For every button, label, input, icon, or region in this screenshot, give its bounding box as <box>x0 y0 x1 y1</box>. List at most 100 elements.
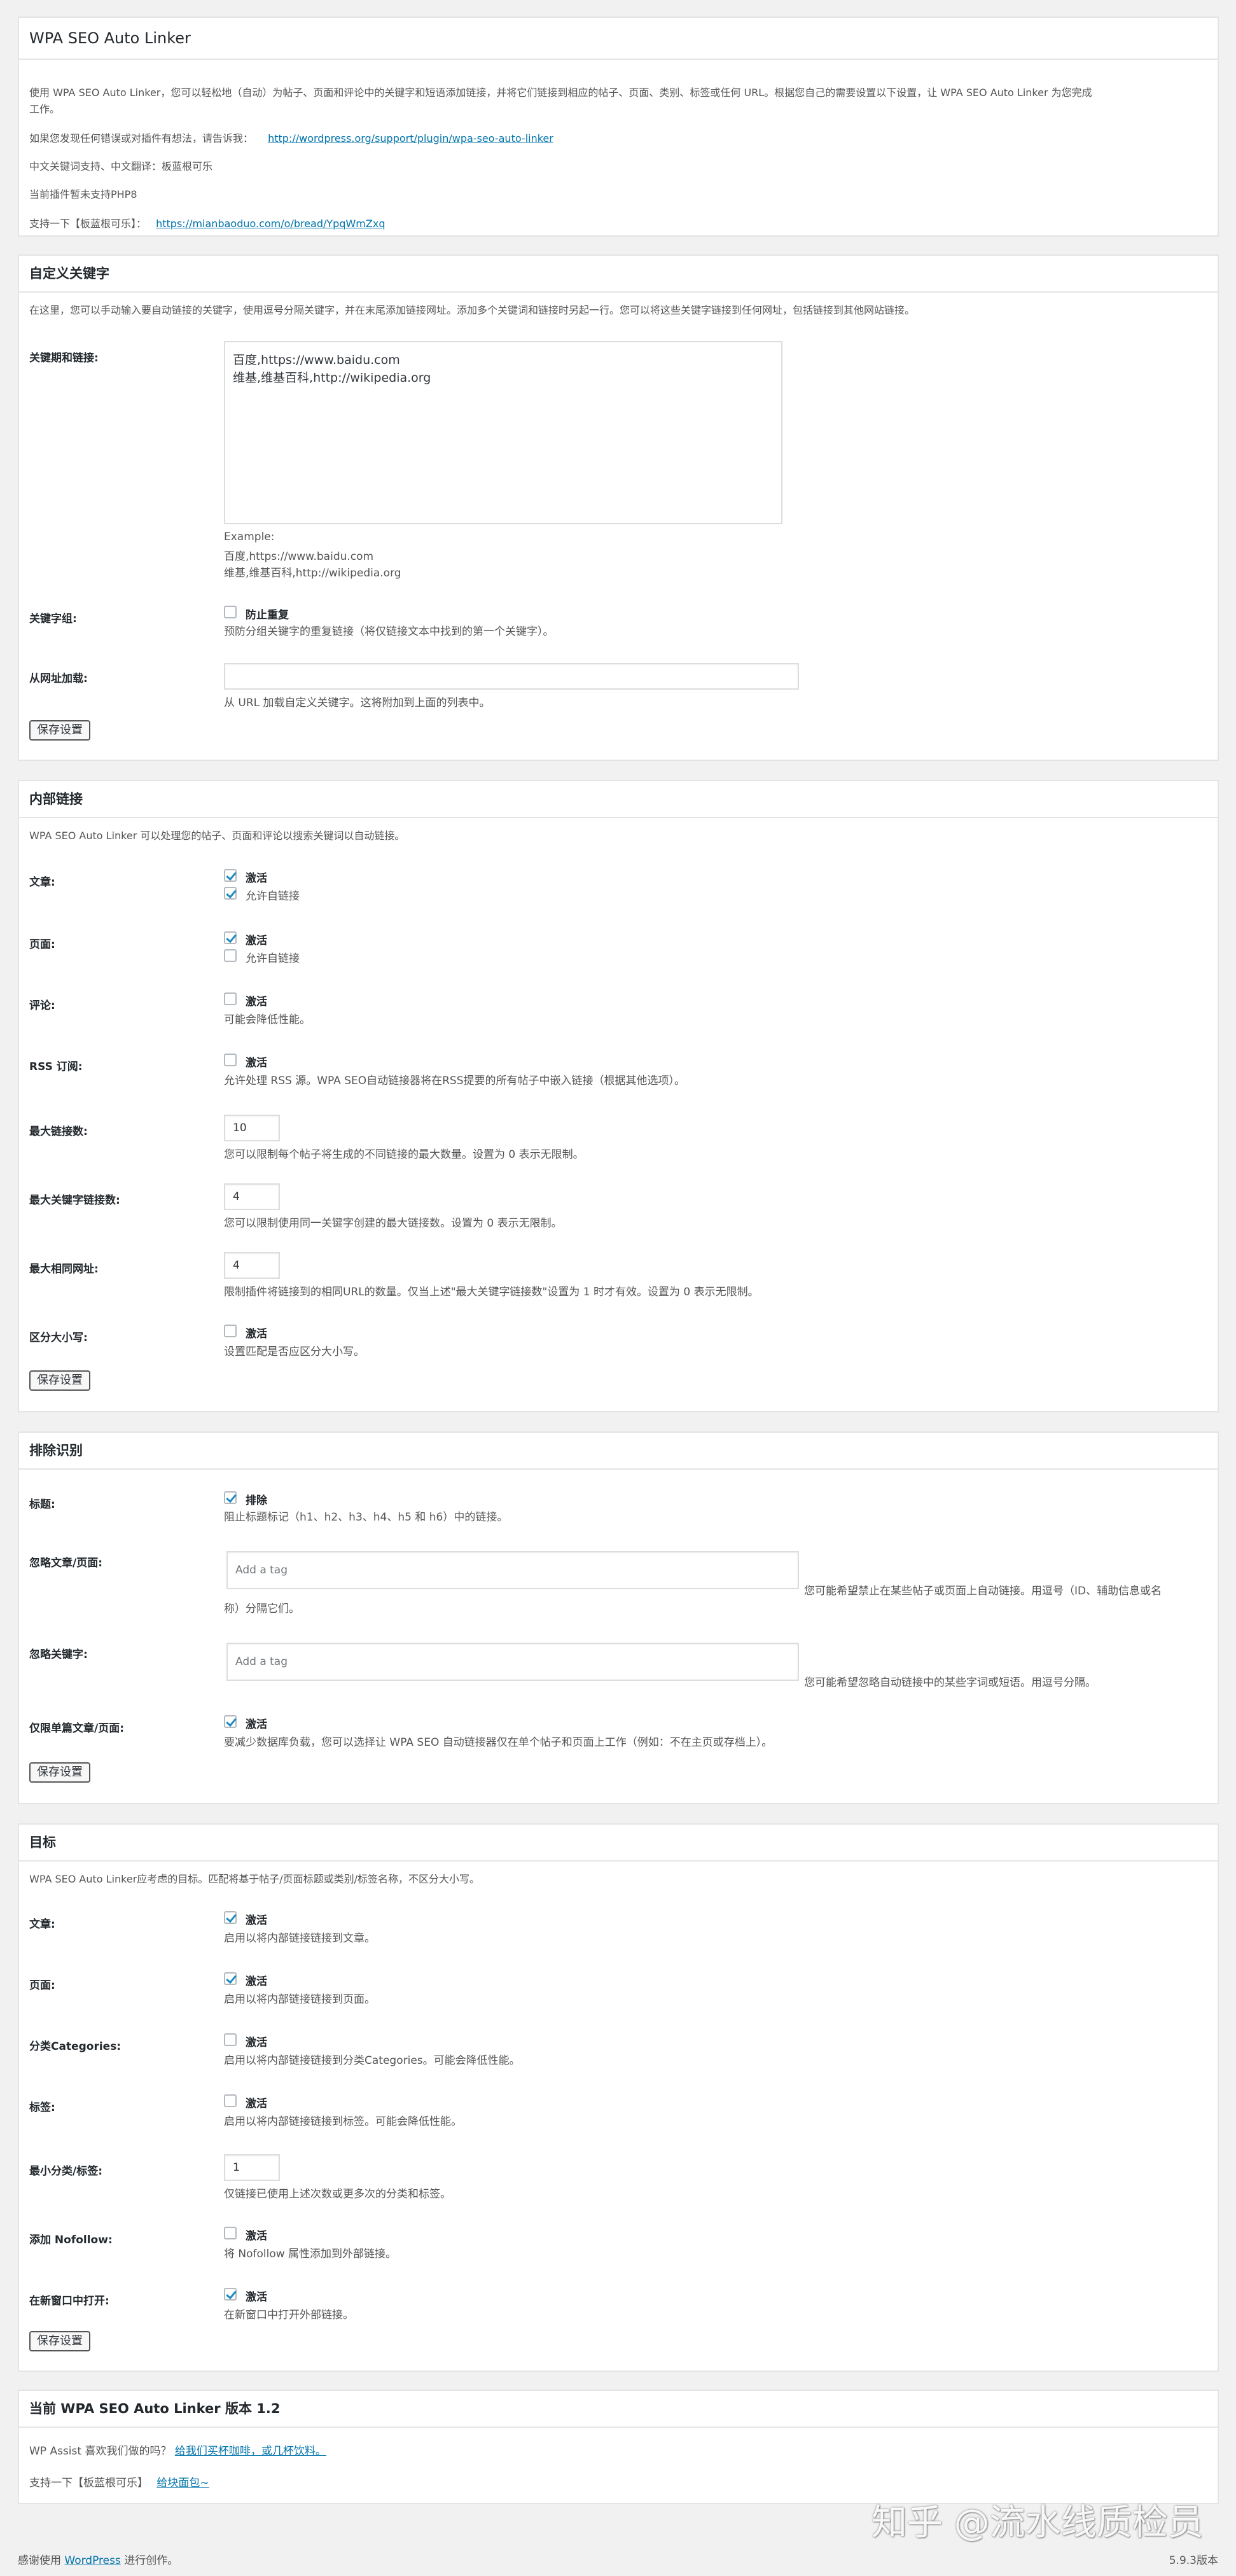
intro-panel: WPA SEO Auto Linker 使用 WPA SEO Auto Link… <box>18 17 1219 237</box>
load-url-input[interactable] <box>224 663 799 690</box>
checkbox-label: 激活 <box>246 1328 267 1340</box>
target-posts-label: 文章: <box>29 1918 55 1931</box>
max-keyword-links-label: 最大关键字链接数: <box>29 1194 120 1207</box>
max-same-url-input[interactable]: 4 <box>224 1252 280 1279</box>
target-categories-checkbox[interactable] <box>224 2033 237 2046</box>
donate-link[interactable]: https://mianbaoduo.com/o/bread/YpqWmZxq <box>156 218 385 230</box>
targets-panel: 目标 WPA SEO Auto Linker应考虑的目标。匹配将基于帖子/页面标… <box>18 1823 1219 2372</box>
checkbox-label: 激活 <box>246 996 267 1008</box>
posts-self-link-checkbox[interactable] <box>224 887 237 900</box>
support-text: 支持一下【板蓝根可乐】 给块面包~ <box>29 2477 209 2489</box>
comments-activate-checkbox[interactable] <box>224 992 237 1005</box>
save-settings-button[interactable]: 保存设置 <box>29 2331 90 2351</box>
intro-text: 使用 WPA SEO Auto Linker，您可以轻松地（自动）为帖子、页面和… <box>29 87 1092 99</box>
target-tags-label: 标签: <box>29 2101 55 2114</box>
max-same-url-label: 最大相同网址: <box>29 1263 99 1276</box>
version-panel: 当前 WPA SEO Auto Linker 版本 1.2 WP Assist … <box>18 2390 1219 2504</box>
posts-activate-checkbox[interactable] <box>224 869 237 882</box>
pages-label: 页面: <box>29 938 55 951</box>
rss-activate-checkbox[interactable] <box>224 1054 237 1066</box>
posts-label: 文章: <box>29 876 55 889</box>
case-sensitive-checkbox[interactable] <box>224 1325 237 1337</box>
max-links-label: 最大链接数: <box>29 1125 88 1138</box>
pages-activate-checkbox[interactable] <box>224 931 237 944</box>
ignore-keywords-label: 忽略关键字: <box>29 1648 88 1661</box>
field-desc: 限制插件将链接到的相同URL的数量。仅当上述"最大关键字链接数"设置为 1 时才… <box>224 1286 759 1298</box>
checkbox-label: 激活 <box>246 1975 267 1988</box>
min-usage-input[interactable]: 1 <box>224 2154 280 2181</box>
headings-label: 标题: <box>29 1498 55 1511</box>
min-usage-label: 最小分类/标签: <box>29 2165 103 2178</box>
field-desc: 设置匹配是否应区分大小写。 <box>224 1346 365 1358</box>
exclusions-panel: 排除识别 标题: 排除 阻止标题标记（h1、h2、h3、h4、h5 和 h6）中… <box>18 1431 1219 1804</box>
field-desc: 启用以将内部链接链接到分类Categories。可能会降低性能。 <box>224 2054 520 2067</box>
comments-label: 评论: <box>29 999 55 1012</box>
report-text: 如果您发现任何错误或对插件有想法，请告诉我： http://wordpress.… <box>29 132 553 144</box>
new-window-checkbox[interactable] <box>224 2288 237 2301</box>
target-pages-label: 页面: <box>29 1979 55 1992</box>
nofollow-checkbox[interactable] <box>224 2227 237 2239</box>
support-forum-link[interactable]: http://wordpress.org/support/plugin/wpa-… <box>268 132 553 144</box>
wordpress-link[interactable]: WordPress <box>64 2554 120 2567</box>
save-settings-button[interactable]: 保存设置 <box>29 1762 90 1783</box>
field-desc: 您可能希望忽略自动链接中的某些字词或短语。用逗号分隔。 <box>804 1676 1096 1689</box>
keywords-textarea[interactable]: 百度,https://www.baidu.com 维基,维基百科,http://… <box>224 341 782 524</box>
field-desc: 启用以将内部链接链接到标签。可能会降低性能。 <box>224 2115 462 2128</box>
keyword-group-label: 关键字组: <box>29 613 77 625</box>
example-line: 百度,https://www.baidu.com <box>224 550 374 563</box>
field-desc: 您可能希望禁止在某些帖子或页面上自动链接。用逗号（ID、辅助信息或名 <box>804 1585 1162 1598</box>
watermark: 知乎 @流水线质检员 <box>871 2502 1204 2544</box>
checkbox-label: 激活 <box>246 935 267 947</box>
keywords-label: 关键期和链接: <box>29 352 99 365</box>
checkbox-label: 激活 <box>246 1057 267 1069</box>
section-desc: 在这里，您可以手动输入要自动链接的关键字，使用逗号分隔关键字，并在末尾添加链接网… <box>29 304 915 316</box>
save-settings-button[interactable]: 保存设置 <box>29 1370 90 1391</box>
prevent-duplicates-checkbox[interactable] <box>224 606 237 618</box>
field-desc: 阻止标题标记（h1、h2、h3、h4、h5 和 h6）中的链接。 <box>224 1511 508 1524</box>
pages-self-link-checkbox[interactable] <box>224 949 237 962</box>
field-desc: 可能会降低性能。 <box>224 1013 310 1026</box>
load-url-label: 从网址加载: <box>29 672 88 685</box>
exclude-headings-checkbox[interactable] <box>224 1491 237 1504</box>
example-title: Example: <box>224 531 275 543</box>
section-title: 排除识别 <box>29 1443 83 1458</box>
footer-version: 5.9.3版本 <box>1169 2554 1218 2567</box>
checkbox-label: 激活 <box>246 2291 267 2304</box>
max-links-input[interactable]: 10 <box>224 1115 280 1141</box>
page-title: WPA SEO Auto Linker <box>29 29 191 47</box>
field-desc: 仅链接已使用上述次数或更多次的分类和标签。 <box>224 2188 451 2201</box>
internal-links-panel: 内部链接 WPA SEO Auto Linker 可以处理您的帖子、页面和评论以… <box>18 780 1219 1412</box>
target-categories-label: 分类Categories: <box>29 2040 122 2053</box>
example-line: 维基,维基百科,http://wikipedia.org <box>224 567 401 580</box>
nofollow-label: 添加 Nofollow: <box>29 2234 113 2246</box>
intro-text-cont: 工作。 <box>29 103 60 115</box>
ignore-posts-label: 忽略文章/页面: <box>29 1557 103 1570</box>
checkbox-label: 激活 <box>246 1914 267 1927</box>
php-note: 当前插件暂未支持PHP8 <box>29 188 137 200</box>
field-desc: 在新窗口中打开外部链接。 <box>224 2309 354 2322</box>
target-pages-checkbox[interactable] <box>224 1972 237 1985</box>
checkbox-label: 允许自链接 <box>246 952 300 965</box>
coffee-link[interactable]: 给我们买杯咖啡，或几杯饮料。 <box>175 2445 326 2458</box>
bread-link[interactable]: 给块面包~ <box>156 2477 209 2489</box>
ignore-keywords-tag-input[interactable]: Add a tag <box>226 1643 799 1681</box>
field-desc: 您可以限制每个帖子将生成的不同链接的最大数量。设置为 0 表示无限制。 <box>224 1148 584 1161</box>
section-title: 当前 WPA SEO Auto Linker 版本 1.2 <box>29 2401 281 2416</box>
section-desc: WPA SEO Auto Linker应考虑的目标。匹配将基于帖子/页面标题或类… <box>29 1873 480 1885</box>
max-keyword-links-input[interactable]: 4 <box>224 1183 280 1210</box>
ignore-posts-tag-input[interactable]: Add a tag <box>226 1551 799 1589</box>
checkbox-label: 激活 <box>246 2230 267 2243</box>
chinese-support-text: 中文关键词支持、中文翻译：板蓝根可乐 <box>29 160 213 172</box>
target-posts-checkbox[interactable] <box>224 1911 237 1924</box>
checkbox-label: 激活 <box>246 1718 267 1731</box>
checkbox-label: 激活 <box>246 872 267 885</box>
assist-text: WP Assist 喜欢我们做的吗？ 给我们买杯咖啡，或几杯饮料。 <box>29 2445 326 2458</box>
target-tags-checkbox[interactable] <box>224 2094 237 2107</box>
section-title: 目标 <box>29 1835 56 1850</box>
field-desc: 您可以限制使用同一关键字创建的最大链接数。设置为 0 表示无限制。 <box>224 1217 562 1230</box>
checkbox-label: 允许自链接 <box>246 890 300 903</box>
field-desc: 从 URL 加载自定义关键字。这将附加到上面的列表中。 <box>224 697 490 709</box>
custom-keywords-panel: 自定义关键字 在这里，您可以手动输入要自动链接的关键字，使用逗号分隔关键字，并在… <box>18 254 1219 761</box>
single-only-checkbox[interactable] <box>224 1715 237 1728</box>
save-settings-button[interactable]: 保存设置 <box>29 720 90 741</box>
